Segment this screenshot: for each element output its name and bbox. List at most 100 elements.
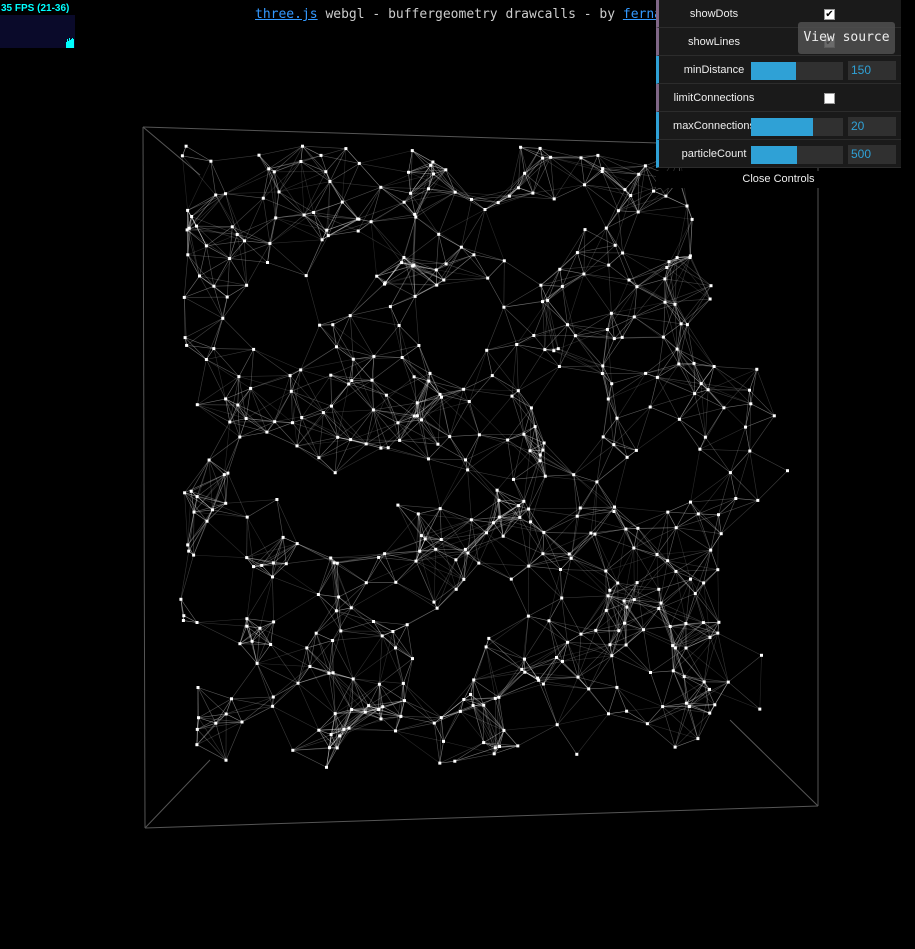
particle-dot (613, 243, 617, 247)
particle-dot (326, 234, 330, 238)
particle-dot (522, 499, 526, 503)
particle-dot (709, 548, 713, 552)
particle-dot (466, 468, 470, 472)
connection-line (614, 457, 628, 508)
connection-line (340, 630, 383, 637)
connection-line (414, 279, 444, 297)
particle-dot (542, 441, 546, 445)
particle-dot (575, 251, 579, 255)
connection-line (638, 211, 693, 220)
control-max-connections[interactable]: maxConnections 20 (656, 112, 901, 140)
connection-line (757, 470, 788, 501)
control-limit-connections[interactable]: limitConnections (656, 84, 901, 112)
particle-dot (204, 244, 208, 248)
particle-dot (520, 667, 524, 671)
show-dots-checkbox[interactable]: ✔ (824, 9, 835, 20)
connection-line (428, 436, 450, 460)
particle-dot (347, 726, 351, 730)
connection-line (576, 713, 609, 755)
view-source-button[interactable]: View source (798, 22, 895, 54)
connection-line (332, 635, 383, 641)
control-particle-count[interactable]: particleCount 500 (656, 140, 901, 168)
particle-dot (371, 408, 375, 412)
particle-dot (272, 620, 276, 624)
particle-dot (367, 704, 371, 708)
max-connections-slider[interactable] (751, 118, 843, 136)
connection-line (695, 549, 711, 594)
control-min-distance[interactable]: minDistance 150 (656, 56, 901, 84)
particle-dot (187, 226, 191, 230)
connection-line (590, 528, 626, 534)
fps-stats[interactable]: 35 FPS (21-36) (0, 0, 80, 48)
particle-dot (708, 687, 711, 691)
particle-dot (212, 347, 216, 351)
particle-dot (318, 323, 322, 327)
particle-dot (643, 164, 647, 168)
particle-dot (405, 623, 409, 627)
particle-dot (224, 758, 228, 762)
connection-line (616, 418, 637, 451)
particle-dot (462, 577, 466, 581)
connection-line (492, 375, 532, 409)
particle-count-slider[interactable] (751, 146, 843, 164)
connection-line (513, 434, 525, 480)
connection-line (529, 450, 574, 476)
connection-line (184, 459, 210, 493)
connection-line (486, 646, 525, 660)
particle-dot (608, 643, 612, 647)
particle-dot (415, 414, 419, 418)
connection-line (507, 439, 514, 480)
min-distance-slider[interactable] (751, 62, 843, 80)
particle-dot (528, 449, 532, 453)
min-distance-input[interactable]: 150 (848, 61, 896, 80)
threejs-link[interactable]: three.js (255, 7, 318, 22)
connection-line (303, 214, 323, 240)
particle-dot (183, 491, 187, 495)
connection-line (349, 315, 354, 360)
particle-dot (271, 575, 274, 579)
connection-line (208, 459, 225, 475)
connection-line (196, 744, 227, 761)
connection-line (378, 557, 417, 562)
connection-line (184, 275, 200, 298)
particle-dot (349, 606, 353, 610)
particle-dot (671, 669, 675, 673)
connection-lines (180, 145, 788, 768)
connection-line (656, 511, 669, 555)
connection-line (231, 696, 274, 700)
particle-dot (558, 267, 562, 271)
particle-dot (351, 357, 355, 361)
particle-dot (411, 657, 414, 661)
particle-dot (516, 744, 520, 748)
particle-dot (356, 229, 360, 233)
particle-dot (635, 581, 639, 585)
connection-line (567, 642, 589, 690)
connection-line (559, 365, 603, 367)
particle-dot (333, 712, 337, 716)
particle-dot (632, 546, 636, 550)
particle-dot (429, 163, 433, 167)
connection-line (673, 670, 690, 707)
connection-line (318, 594, 337, 612)
close-controls-button[interactable]: Close Controls (656, 171, 901, 188)
particle-dot (329, 556, 333, 560)
connection-line (378, 684, 380, 710)
particle-dot (642, 628, 645, 632)
limit-connections-checkbox[interactable] (824, 93, 835, 104)
max-connections-input[interactable]: 20 (848, 117, 896, 136)
particle-dot (487, 636, 491, 640)
connection-line (618, 210, 623, 253)
connection-line (418, 345, 430, 382)
particle-dot (350, 379, 354, 383)
connection-line (606, 211, 639, 229)
connection-line (206, 359, 251, 389)
particle-dot (288, 374, 292, 378)
connection-line (504, 260, 542, 286)
particle-dot (377, 708, 381, 711)
connection-line (625, 511, 668, 530)
connection-line (199, 245, 207, 277)
connection-line (745, 415, 775, 428)
particle-count-input[interactable]: 500 (848, 145, 896, 164)
connection-line (495, 683, 544, 699)
connection-line (728, 681, 761, 710)
